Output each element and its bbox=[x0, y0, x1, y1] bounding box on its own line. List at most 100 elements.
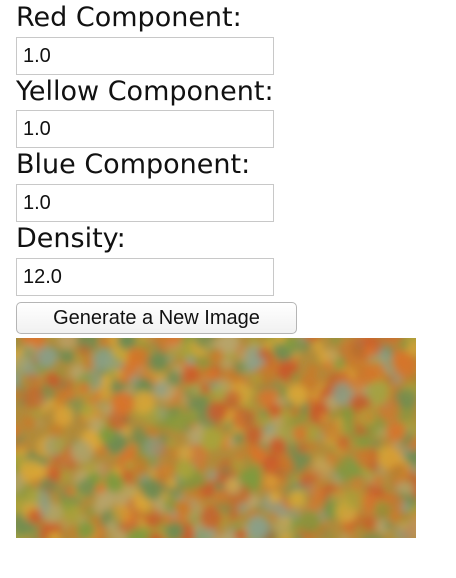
noise-blob bbox=[76, 478, 95, 497]
noise-blob bbox=[237, 503, 249, 514]
noise-blob bbox=[279, 474, 288, 483]
noise-blob bbox=[185, 427, 204, 445]
noise-blob bbox=[146, 468, 159, 480]
noise-blob bbox=[38, 455, 49, 466]
noise-blob bbox=[183, 388, 194, 399]
noise-blob bbox=[101, 447, 109, 455]
noise-blob bbox=[174, 499, 192, 517]
noise-blob bbox=[342, 488, 364, 510]
noise-blob bbox=[205, 469, 218, 481]
noise-blob bbox=[348, 375, 366, 393]
noise-blob bbox=[232, 522, 243, 533]
noise-blob bbox=[199, 427, 224, 451]
noise-blob bbox=[317, 350, 330, 364]
noise-blob bbox=[297, 510, 321, 534]
noise-blob bbox=[177, 444, 193, 461]
noise-blob bbox=[77, 344, 91, 358]
noise-blob bbox=[336, 456, 360, 480]
noise-blob bbox=[325, 362, 333, 371]
red-component-input[interactable] bbox=[16, 37, 274, 75]
noise-blob bbox=[293, 339, 308, 354]
noise-blob bbox=[266, 423, 275, 431]
noise-blob bbox=[320, 420, 341, 441]
noise-blob bbox=[94, 501, 102, 509]
noise-blob bbox=[403, 447, 412, 455]
noise-blob bbox=[408, 347, 416, 355]
noise-blob bbox=[257, 346, 271, 360]
noise-blob bbox=[340, 445, 349, 454]
noise-blob bbox=[154, 382, 168, 397]
noise-blob bbox=[114, 370, 123, 379]
noise-blob bbox=[166, 478, 177, 488]
noise-blob bbox=[264, 474, 279, 489]
noise-blob bbox=[45, 372, 61, 388]
noise-blob bbox=[292, 426, 308, 441]
noise-blob bbox=[169, 407, 179, 416]
yellow-component-input[interactable] bbox=[16, 110, 274, 148]
red-component-label: Red Component: bbox=[16, 2, 242, 33]
yellow-component-label: Yellow Component: bbox=[16, 76, 274, 107]
noise-blob bbox=[124, 460, 135, 471]
noise-blob bbox=[45, 486, 53, 494]
noise-blob bbox=[367, 461, 379, 473]
noise-blob bbox=[258, 388, 276, 406]
generated-image bbox=[16, 338, 416, 538]
noise-blob bbox=[60, 349, 74, 364]
noise-blob bbox=[51, 437, 69, 454]
noise-blob bbox=[165, 438, 176, 449]
noise-blob bbox=[132, 473, 140, 481]
noise-blob bbox=[245, 426, 263, 445]
noise-blob bbox=[268, 437, 287, 455]
noise-blob bbox=[269, 491, 281, 503]
blue-component-input[interactable] bbox=[16, 184, 274, 222]
noise-blob bbox=[98, 427, 115, 444]
noise-blob bbox=[36, 346, 58, 368]
noise-blob bbox=[333, 358, 345, 370]
noise-blob bbox=[211, 386, 227, 402]
noise-blob bbox=[25, 489, 40, 504]
density-input[interactable] bbox=[16, 258, 274, 296]
noise-blob bbox=[98, 526, 106, 533]
noise-blob bbox=[203, 395, 210, 402]
noise-blob bbox=[329, 447, 336, 455]
noise-blob bbox=[36, 420, 44, 428]
noise-blob bbox=[357, 434, 372, 450]
noise-blob bbox=[260, 410, 269, 419]
noise-blob bbox=[46, 399, 57, 409]
noise-blob bbox=[60, 498, 74, 511]
noise-blob bbox=[247, 372, 263, 387]
noise-blob bbox=[288, 490, 306, 508]
noise-blob bbox=[186, 356, 195, 366]
noise-blob bbox=[297, 443, 308, 454]
noise-blob bbox=[141, 478, 164, 501]
noise-blob bbox=[27, 508, 43, 524]
noise-blob bbox=[31, 463, 48, 480]
blue-component-label: Blue Component: bbox=[16, 149, 251, 180]
noise-blob bbox=[65, 486, 76, 497]
noise-blob bbox=[320, 413, 330, 423]
noise-blob bbox=[291, 372, 300, 381]
noise-blob bbox=[189, 408, 199, 418]
noise-blob bbox=[41, 406, 49, 413]
noise-blob bbox=[46, 466, 63, 483]
noise-blob bbox=[232, 406, 255, 430]
density-label: Density: bbox=[16, 223, 126, 254]
noise-blob bbox=[228, 439, 236, 447]
noise-blob bbox=[307, 441, 317, 451]
noise-blob bbox=[347, 531, 354, 538]
noise-blob bbox=[106, 521, 117, 531]
noise-blob bbox=[267, 403, 282, 418]
noise-blob bbox=[372, 477, 379, 485]
noise-blob bbox=[339, 406, 356, 422]
noise-blob bbox=[364, 345, 376, 357]
noise-blob bbox=[111, 503, 132, 524]
noise-blob bbox=[77, 381, 91, 395]
noise-blob bbox=[21, 415, 36, 430]
generate-image-button[interactable]: Generate a New Image bbox=[16, 302, 297, 334]
noise-blob bbox=[311, 472, 320, 481]
noise-blob bbox=[27, 373, 37, 383]
noise-blob bbox=[129, 375, 140, 386]
noise-blob bbox=[390, 462, 411, 483]
noise-blob bbox=[30, 523, 42, 535]
noise-blob bbox=[202, 522, 210, 530]
